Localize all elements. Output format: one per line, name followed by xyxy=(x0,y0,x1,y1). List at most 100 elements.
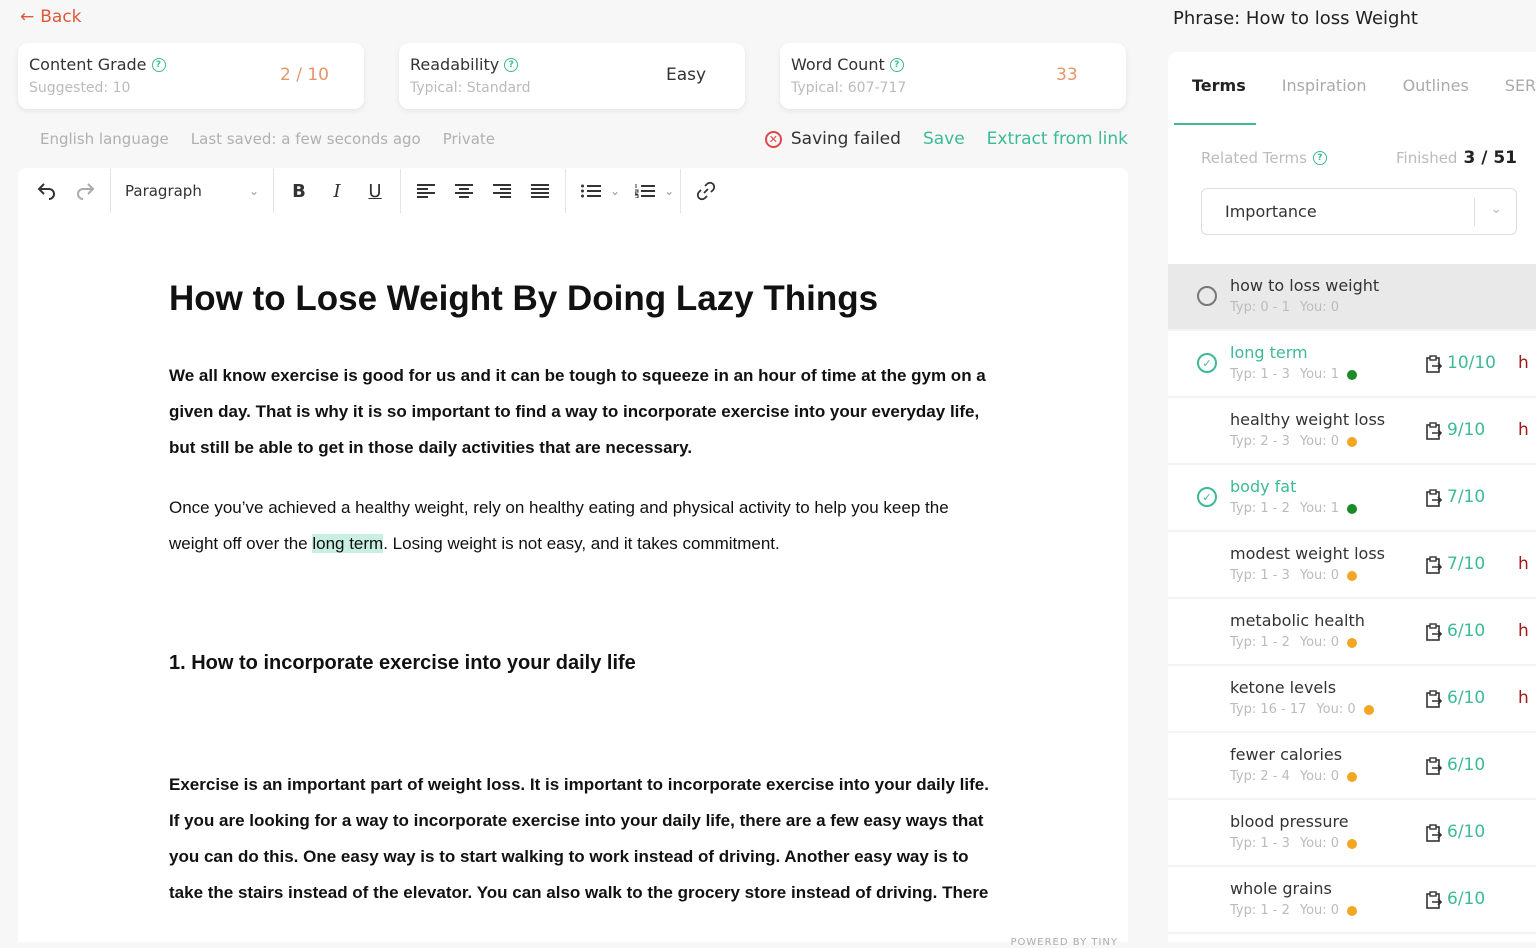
tab-terms[interactable]: Terms xyxy=(1192,76,1246,123)
term-row[interactable]: ✓ long term Typ: 1 - 3 You: 1 10/10 h xyxy=(1168,331,1536,398)
term-row[interactable]: whole grains Typ: 1 - 2 You: 0 6/10 xyxy=(1168,867,1536,934)
help-icon[interactable]: ? xyxy=(889,57,904,72)
status-dot xyxy=(1347,637,1358,648)
clipboard-icon[interactable] xyxy=(1426,757,1443,779)
tab-inspiration[interactable]: Inspiration xyxy=(1282,76,1367,123)
clipboard-icon[interactable] xyxy=(1426,422,1443,444)
term-score: 9/10 xyxy=(1447,420,1486,440)
term-score: 7/10 xyxy=(1447,487,1486,507)
editor-fade xyxy=(18,928,1128,942)
term-score: 6/10 xyxy=(1447,822,1486,842)
term-stats: Typ: 1 - 2 You: 0 xyxy=(1230,903,1358,918)
heading-indicator: h xyxy=(1518,554,1529,574)
term-name: ketone levels xyxy=(1230,678,1337,697)
term-stats: Typ: 1 - 2 You: 0 xyxy=(1230,635,1358,650)
term-row[interactable]: healthy weight loss Typ: 2 - 3 You: 0 9/10 h xyxy=(1168,398,1536,465)
help-icon[interactable]: ? xyxy=(1312,151,1327,165)
word-count-value: 33 xyxy=(1056,65,1078,85)
status-dot xyxy=(1347,436,1358,447)
status-dot xyxy=(1363,704,1374,715)
term-row[interactable]: modest weight loss Typ: 1 - 3 You: 0 7/10 h xyxy=(1168,532,1536,599)
error-icon: ✕ xyxy=(764,130,782,148)
term-row[interactable]: how to loss weight Typ: 0 - 1 You: 0 xyxy=(1168,264,1536,331)
extract-from-link-button[interactable]: Extract from link xyxy=(987,129,1128,149)
tab-serp[interactable]: SERP xyxy=(1505,76,1536,123)
save-button[interactable]: Save xyxy=(923,129,965,149)
status-dot xyxy=(1347,503,1358,514)
term-stats: Typ: 1 - 3 You: 1 xyxy=(1230,367,1358,382)
term-score: 6/10 xyxy=(1447,889,1486,909)
term-stats: Typ: 16 - 17 You: 0 xyxy=(1230,702,1374,717)
toolbar-divider xyxy=(110,169,111,213)
document-title[interactable]: How to Lose Weight By Doing Lazy Things xyxy=(169,278,989,320)
term-row[interactable]: fewer calories Typ: 2 - 4 You: 0 6/10 xyxy=(1168,733,1536,800)
term-name: healthy weight loss xyxy=(1230,410,1386,429)
align-justify-icon[interactable] xyxy=(521,173,559,209)
term-name: fewer calories xyxy=(1230,745,1343,764)
chevron-down-icon[interactable]: ⌄ xyxy=(610,184,620,198)
italic-icon[interactable]: I xyxy=(318,173,356,209)
underline-icon[interactable]: U xyxy=(356,173,394,209)
term-name: modest weight loss xyxy=(1230,544,1386,563)
term-score: 7/10 xyxy=(1447,554,1486,574)
word-count-card: Word Count? Typical: 607-717 33 xyxy=(780,43,1126,109)
toolbar-divider xyxy=(565,169,566,213)
visibility-label: Private xyxy=(442,130,496,148)
bullet-list-icon[interactable] xyxy=(572,173,610,209)
editor-area: ← Back Content Grade? Suggested: 10 2 / … xyxy=(0,0,1150,948)
clipboard-icon[interactable] xyxy=(1426,891,1443,913)
term-row[interactable]: ketone levels Typ: 16 - 17 You: 0 6/10 h xyxy=(1168,666,1536,733)
term-stats: Typ: 1 - 3 You: 0 xyxy=(1230,836,1358,851)
paragraph[interactable]: We all know exercise is good for us and … xyxy=(169,358,989,466)
paragraph[interactable]: Once you’ve achieved a healthy weight, r… xyxy=(169,490,989,562)
term-row[interactable]: ✓ body fat Typ: 1 - 2 You: 1 7/10 xyxy=(1168,465,1536,532)
document-body[interactable]: How to Lose Weight By Doing Lazy Things … xyxy=(169,278,989,911)
term-name: whole grains xyxy=(1230,879,1332,898)
heading-indicator: h xyxy=(1518,353,1529,373)
card-title: Word Count xyxy=(791,55,885,74)
card-subtitle: Typical: Standard xyxy=(410,80,531,96)
term-score: 10/10 xyxy=(1447,353,1496,373)
document-meta: English language Last saved: a few secon… xyxy=(40,130,495,148)
term-score: 6/10 xyxy=(1447,688,1486,708)
save-row: ✕ Saving failed Save Extract from link xyxy=(764,129,1128,149)
back-button[interactable]: ← Back xyxy=(20,7,82,27)
term-name: body fat xyxy=(1230,477,1297,496)
check-circle-icon: ✓ xyxy=(1197,487,1217,507)
last-saved-label: Last saved: a few seconds ago xyxy=(190,130,421,148)
arrow-left-icon: ← xyxy=(20,7,35,27)
block-format-select[interactable]: Paragraph ⌄ xyxy=(117,182,267,200)
clipboard-icon[interactable] xyxy=(1426,690,1443,712)
redo-icon[interactable] xyxy=(66,173,104,209)
help-icon[interactable]: ? xyxy=(504,57,519,72)
link-icon[interactable] xyxy=(687,173,725,209)
clipboard-icon[interactable] xyxy=(1426,489,1443,511)
sort-select[interactable]: Importance ⌄ xyxy=(1201,188,1517,235)
term-row[interactable]: metabolic health Typ: 1 - 2 You: 0 6/10 h xyxy=(1168,599,1536,666)
unchecked-circle-icon xyxy=(1197,286,1217,306)
undo-icon[interactable] xyxy=(28,173,66,209)
finished-count: Finished 3 / 51 xyxy=(1396,148,1517,168)
term-row[interactable]: blood pressure Typ: 1 - 3 You: 0 6/10 xyxy=(1168,800,1536,867)
editor-toolbar: Paragraph ⌄ B I U ⌄ ⌄ xyxy=(18,168,1128,214)
section-heading[interactable]: 1. How to incorporate exercise into your… xyxy=(169,652,989,675)
align-left-icon[interactable] xyxy=(407,173,445,209)
heading-indicator: h xyxy=(1518,420,1529,440)
align-center-icon[interactable] xyxy=(445,173,483,209)
align-right-icon[interactable] xyxy=(483,173,521,209)
chevron-down-icon[interactable]: ⌄ xyxy=(664,184,674,198)
clipboard-icon[interactable] xyxy=(1426,623,1443,645)
powered-by-label: POWERED BY TINY xyxy=(1010,937,1118,948)
tab-outlines[interactable]: Outlines xyxy=(1403,76,1469,123)
term-stats: Typ: 1 - 2 You: 1 xyxy=(1230,501,1358,516)
term-stats: Typ: 2 - 4 You: 0 xyxy=(1230,769,1358,784)
paragraph[interactable]: Exercise is an important part of weight … xyxy=(169,767,989,911)
clipboard-icon[interactable] xyxy=(1426,824,1443,846)
clipboard-icon[interactable] xyxy=(1426,355,1443,377)
help-icon[interactable]: ? xyxy=(151,57,166,72)
language-label: English language xyxy=(40,130,169,148)
numbered-list-icon[interactable] xyxy=(626,173,664,209)
highlighted-term: long term xyxy=(312,534,384,553)
clipboard-icon[interactable] xyxy=(1426,556,1443,578)
bold-icon[interactable]: B xyxy=(280,173,318,209)
